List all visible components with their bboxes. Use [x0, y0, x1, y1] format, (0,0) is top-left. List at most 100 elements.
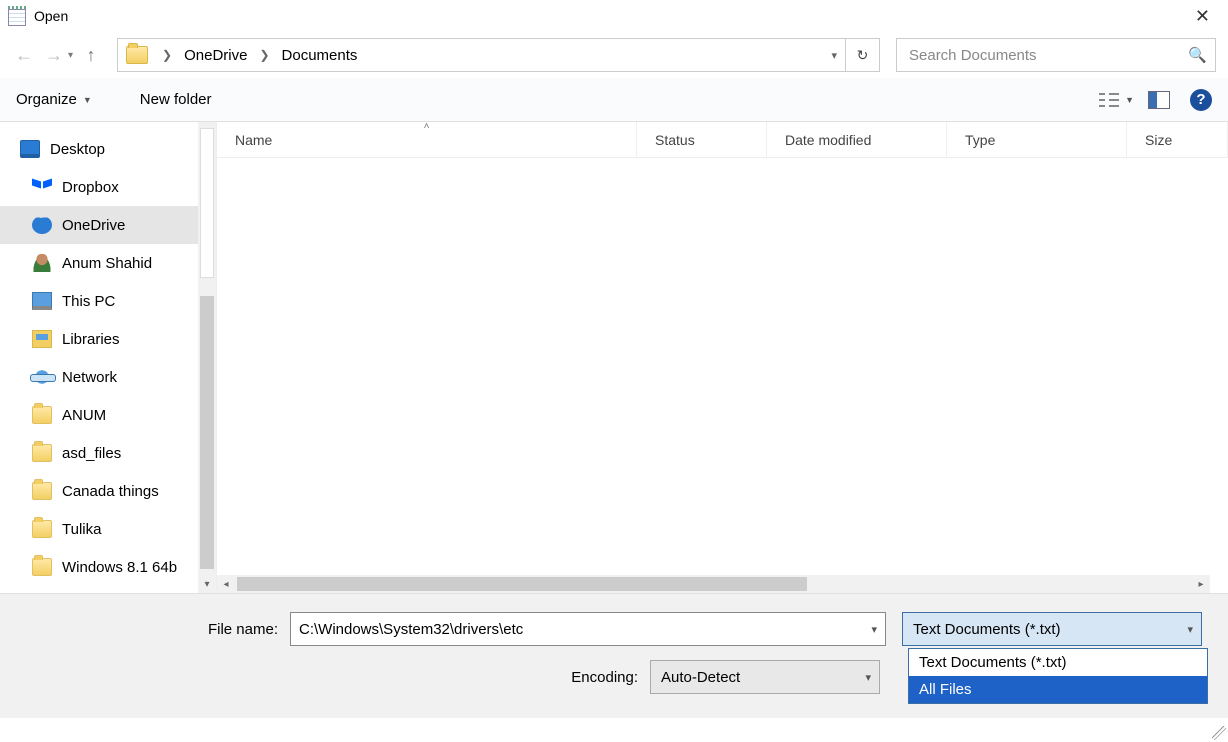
filetype-option-txt[interactable]: Text Documents (*.txt) [909, 649, 1207, 676]
column-header-size[interactable]: Size [1127, 122, 1228, 157]
scroll-left-icon[interactable]: ◂ [217, 575, 235, 593]
encoding-value: Auto-Detect [661, 669, 740, 686]
address-bar[interactable]: ❯ OneDrive ❯ Documents ▾ ↻ [117, 38, 880, 72]
libraries-icon [32, 330, 52, 348]
forward-button[interactable]: → [42, 43, 66, 67]
column-header-status[interactable]: Status [637, 122, 767, 157]
folder-icon [126, 46, 148, 64]
sidebar-item-libraries[interactable]: Libraries [0, 320, 216, 358]
filename-input[interactable]: C:\Windows\System32\drivers\etc ▾ [290, 612, 886, 646]
preview-pane-button[interactable] [1148, 91, 1170, 109]
sidebar-item-label: Dropbox [62, 179, 119, 196]
chevron-right-icon[interactable]: ❯ [154, 48, 180, 62]
sidebar-item-onedrive[interactable]: OneDrive [0, 206, 216, 244]
breadcrumb: ❯ OneDrive ❯ Documents [154, 45, 361, 66]
scroll-right-icon[interactable]: ▸ [1192, 575, 1210, 593]
filename-value: C:\Windows\System32\drivers\etc [299, 621, 871, 638]
chevron-right-icon[interactable]: ❯ [251, 48, 277, 62]
column-header-date[interactable]: Date modified [767, 122, 947, 157]
sidebar-item-label: OneDrive [62, 217, 125, 234]
toolbar: Organize ▼ New folder ▼ ? [0, 78, 1228, 122]
sidebar-item-label: Windows 8.1 64b [62, 559, 177, 576]
sidebar-item-label: ANUM [62, 407, 106, 424]
folder-icon [32, 558, 52, 576]
back-button[interactable]: ← [12, 43, 36, 67]
details-view-icon [1099, 91, 1121, 109]
sidebar-item-dropbox[interactable]: Dropbox [0, 168, 216, 206]
chevron-down-icon: ▼ [83, 95, 92, 105]
chevron-down-icon: ▾ [1187, 623, 1193, 636]
sort-asc-icon: ˄ [424, 121, 430, 132]
title-bar: Open ✕ [0, 0, 1228, 32]
sidebar-item-label: Canada things [62, 483, 159, 500]
navigation-row: ← → ▾ ↑ ❯ OneDrive ❯ Documents ▾ ↻ Searc… [0, 32, 1228, 78]
sidebar-item-desktop[interactable]: Desktop [0, 130, 216, 168]
navigation-sidebar: Desktop Dropbox OneDrive Anum Shahid Thi… [0, 122, 216, 593]
sidebar-item-label: Desktop [50, 141, 105, 158]
column-headers: ˄ Name Status Date modified Type Size [217, 122, 1228, 158]
sidebar-item-folder[interactable]: Canada things [0, 472, 216, 510]
breadcrumb-documents[interactable]: Documents [278, 45, 362, 66]
folder-icon [32, 444, 52, 462]
column-header-type[interactable]: Type [947, 122, 1127, 157]
sidebar-item-thispc[interactable]: This PC [0, 282, 216, 320]
scrollbar-track[interactable] [200, 296, 214, 569]
organize-menu[interactable]: Organize ▼ [16, 91, 92, 108]
desktop-icon [20, 140, 40, 158]
sidebar-item-folder[interactable]: Windows 8.1 64b [0, 548, 216, 586]
column-label: Status [655, 132, 695, 148]
horizontal-scrollbar[interactable]: ◂ ▸ [217, 575, 1210, 593]
scroll-down-icon[interactable]: ▾ [198, 575, 216, 593]
search-icon[interactable]: 🔍 [1188, 46, 1207, 64]
resize-grip[interactable] [1212, 726, 1226, 740]
filetype-combo[interactable]: Text Documents (*.txt) ▾ [902, 612, 1202, 646]
window-title: Open [34, 8, 68, 24]
address-dropdown[interactable]: ▾ [823, 49, 845, 62]
column-label: Size [1145, 132, 1172, 148]
up-button[interactable]: ↑ [79, 43, 103, 67]
sidebar-item-network[interactable]: Network [0, 358, 216, 396]
sidebar-item-label: Anum Shahid [62, 255, 152, 272]
help-button[interactable]: ? [1190, 89, 1212, 111]
folder-icon [32, 406, 52, 424]
sidebar-item-folder[interactable]: Tulika [0, 510, 216, 548]
filetype-option-allfiles[interactable]: All Files [909, 676, 1207, 703]
dropbox-icon [32, 178, 52, 196]
user-icon [32, 254, 52, 272]
filename-label: File name: [20, 621, 290, 638]
chevron-down-icon: ▼ [1125, 95, 1134, 105]
file-list: ˄ Name Status Date modified Type Size ◂ … [216, 122, 1228, 593]
column-label: Type [965, 132, 995, 148]
sidebar-item-label: This PC [62, 293, 115, 310]
sidebar-item-folder[interactable]: ANUM [0, 396, 216, 434]
sidebar-item-label: asd_files [62, 445, 121, 462]
column-header-name[interactable]: ˄ Name [217, 122, 637, 157]
search-input[interactable]: Search Documents 🔍 [896, 38, 1216, 72]
pc-icon [32, 292, 52, 310]
sidebar-item-label: Network [62, 369, 117, 386]
view-button[interactable]: ▼ [1095, 89, 1138, 111]
bottom-panel: File name: C:\Windows\System32\drivers\e… [0, 594, 1228, 718]
breadcrumb-onedrive[interactable]: OneDrive [180, 45, 251, 66]
chevron-down-icon[interactable]: ▾ [871, 623, 877, 636]
folder-icon [32, 520, 52, 538]
column-label: Date modified [785, 132, 871, 148]
close-button[interactable]: ✕ [1185, 2, 1220, 31]
refresh-button[interactable]: ↻ [845, 38, 879, 72]
sidebar-item-label: Libraries [62, 331, 120, 348]
folder-icon [32, 482, 52, 500]
sidebar-scrollbar[interactable]: ▴ ▾ [198, 122, 216, 593]
history-dropdown[interactable]: ▾ [68, 50, 73, 61]
file-list-body[interactable] [217, 158, 1228, 575]
encoding-combo[interactable]: Auto-Detect ▾ [650, 660, 880, 694]
search-placeholder: Search Documents [909, 47, 1188, 64]
onedrive-icon [32, 216, 52, 234]
notepad-icon [8, 6, 26, 26]
encoding-label: Encoding: [20, 669, 650, 686]
sidebar-item-folder[interactable]: asd_files [0, 434, 216, 472]
sidebar-item-user[interactable]: Anum Shahid [0, 244, 216, 282]
scrollbar-thumb[interactable] [237, 577, 807, 591]
new-folder-button[interactable]: New folder [140, 91, 212, 108]
chevron-down-icon: ▾ [865, 671, 871, 684]
scrollbar-thumb[interactable] [200, 128, 214, 278]
